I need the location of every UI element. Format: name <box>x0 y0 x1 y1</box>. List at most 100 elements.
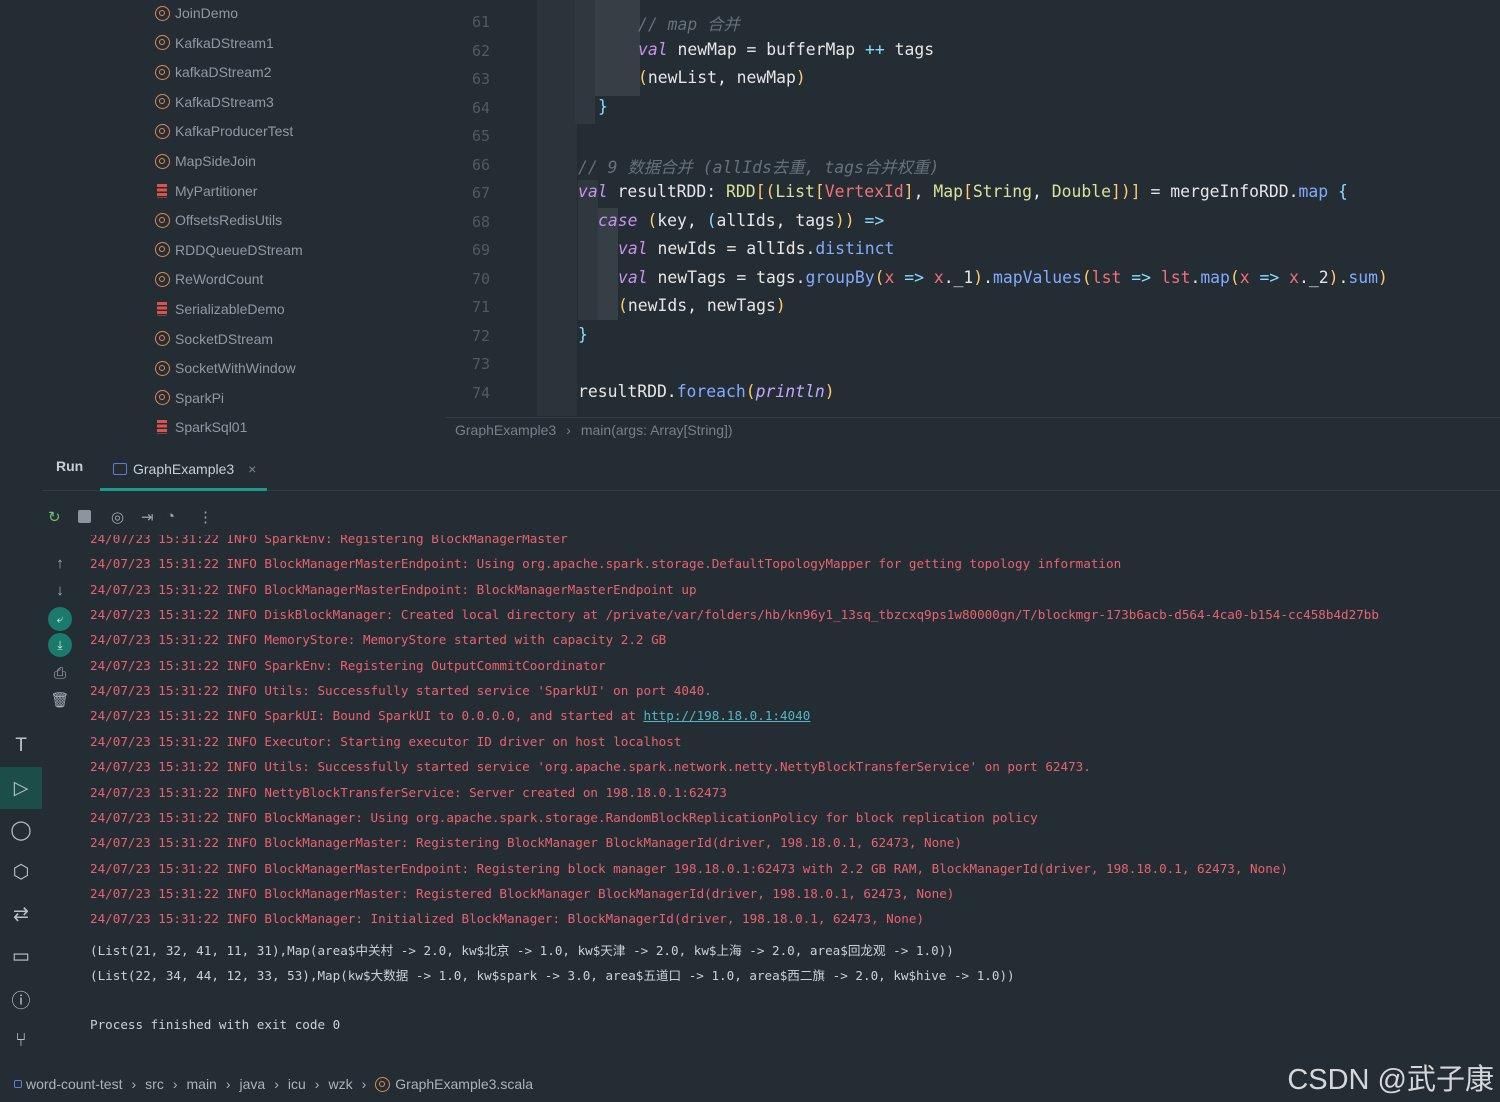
build-hammer-icon[interactable]: T <box>0 725 42 767</box>
tree-item-label: JoinDemo <box>175 5 239 21</box>
line-number: 67 <box>471 184 490 202</box>
code-token: x <box>933 267 944 287</box>
tree-item[interactable]: KafkaProducerTest <box>155 121 293 141</box>
code-token: String <box>972 182 1033 201</box>
code-token: newTags = tags. <box>647 267 806 287</box>
code-token: ) <box>795 68 806 87</box>
log-line: 24/07/23 15:31:22 INFO BlockManager: Ini… <box>90 911 924 926</box>
services-icon[interactable]: ⬡ <box>0 851 42 893</box>
line-number: 66 <box>471 155 490 174</box>
code-editor[interactable]: 61 // map 合并 62 val newMap = bufferMap ++ t… <box>445 0 1500 416</box>
soft-wrap-icon[interactable]: ⤶ <box>48 607 72 631</box>
code-token: val <box>618 239 648 258</box>
log-text: 24/07/23 15:31:22 INFO BlockManagerMaste… <box>90 581 697 597</box>
problems-icon[interactable]: ⓘ <box>0 978 42 1020</box>
line-number: 61 <box>471 13 490 31</box>
more-icon[interactable]: ⋮ <box>198 508 213 526</box>
code-token: lst <box>1091 267 1122 287</box>
code-token: } <box>578 324 588 344</box>
tree-item[interactable]: JoinDemo <box>155 3 238 23</box>
close-icon[interactable]: × <box>248 461 256 477</box>
tree-item[interactable]: kafkaDStream2 <box>155 62 271 82</box>
nav-path-item[interactable]: src <box>145 1076 164 1092</box>
tree-item[interactable]: OffsetsRedisUtils <box>155 210 282 230</box>
rerun-icon[interactable]: ↻ <box>48 508 61 526</box>
chevron-right-icon: › <box>225 1076 231 1092</box>
log-text: 24/07/23 15:31:22 INFO BlockManagerMaste… <box>90 835 962 851</box>
breadcrumb-file[interactable]: GraphExample3 <box>455 422 556 438</box>
arrow-up-icon[interactable]: ↑ <box>48 551 72 575</box>
chevron-right-icon: › <box>172 1076 178 1092</box>
tree-item[interactable]: KafkaDStream3 <box>155 92 274 112</box>
tree-item[interactable]: RDDQueueDStream <box>155 240 303 260</box>
arrow-down-icon[interactable]: ↓ <box>48 578 72 602</box>
line-number: 73 <box>471 355 490 373</box>
object-icon <box>155 94 170 110</box>
code-token: ] <box>903 182 914 201</box>
nav-path-item[interactable]: icu <box>288 1076 306 1092</box>
git-icon[interactable]: ⑂ <box>0 1020 42 1062</box>
nav-file[interactable]: GraphExample3.scala <box>395 1076 533 1092</box>
print-icon[interactable]: ⎙ <box>48 661 72 685</box>
class-icon <box>157 420 167 435</box>
terminal-icon[interactable]: ▭ <box>0 935 42 977</box>
nav-path-item[interactable]: java <box>240 1076 266 1092</box>
tree-item-label: RDDQueueDStream <box>175 241 303 258</box>
sparkui-link[interactable]: http://198.18.0.1:4040 <box>644 708 811 723</box>
code-token: // map 合并 <box>638 15 740 34</box>
debug-icon[interactable]: ◯ <box>0 809 42 851</box>
tree-item[interactable]: MapSideJoin <box>155 151 256 171</box>
tree-item[interactable]: KafkaDStream1 <box>155 33 274 53</box>
nav-path-item[interactable]: main <box>187 1076 217 1092</box>
code-line: } <box>578 325 588 344</box>
log-line: 24/07/23 15:31:22 INFO Executor: Startin… <box>90 734 681 749</box>
run-icon[interactable]: ▷ <box>0 767 42 809</box>
code-token: tags <box>884 39 935 59</box>
breadcrumb-method[interactable]: main(args: Array[String]) <box>581 422 733 438</box>
log-line: 24/07/23 15:31:22 INFO BlockManagerMaste… <box>90 861 1288 876</box>
endpoints-icon[interactable]: ⇄ <box>0 893 42 935</box>
tree-item[interactable]: SocketDStream <box>155 329 273 349</box>
code-token: [( <box>755 182 776 201</box>
log-line: 24/07/23 15:31:22 INFO NettyBlockTransfe… <box>90 785 727 800</box>
object-icon <box>155 360 170 376</box>
chevron-right-icon: › <box>314 1076 320 1092</box>
indent-guide <box>575 0 595 124</box>
tree-item[interactable]: SparkPi <box>155 388 224 408</box>
navigation-bar: word-count-test › src › main › java › icu › wzk › Gr… <box>0 1070 1300 1098</box>
tree-item[interactable]: SparkSql01 <box>155 417 247 437</box>
log-text: 24/07/23 15:31:22 INFO Utils: Successful… <box>90 759 1091 775</box>
log-text: 24/07/23 15:31:22 INFO Executor: Startin… <box>90 733 682 749</box>
scroll-to-end-icon[interactable]: ⤓ <box>48 633 72 657</box>
code-token: VertexId <box>824 182 904 201</box>
nav-path-item[interactable]: word-count-test <box>26 1076 122 1092</box>
indent-guide <box>537 0 577 416</box>
code-token: lst <box>1160 267 1191 287</box>
log-line: 24/07/23 15:31:22 INFO BlockManagerMaste… <box>90 835 962 850</box>
tree-item[interactable]: ReWordCount <box>155 269 263 289</box>
nav-path-item[interactable]: wzk <box>328 1076 352 1092</box>
tab-graphexample3[interactable]: GraphExample3 × <box>100 450 267 491</box>
tree-item[interactable]: SocketWithWindow <box>155 358 296 378</box>
code-token: => <box>1249 267 1290 287</box>
stop-icon[interactable] <box>78 510 91 523</box>
code-token: newIds = allIds. <box>647 239 816 258</box>
trash-icon[interactable]: 🗑 <box>48 688 72 712</box>
log-line: 24/07/23 15:31:22 INFO DiskBlockManager:… <box>90 607 1379 622</box>
watermark: CSDN @武子康 <box>1287 1064 1494 1096</box>
line-number: 62 <box>471 41 490 60</box>
code-line: (newIds, newTags) <box>618 296 786 315</box>
tree-item-label: SocketDStream <box>175 330 274 347</box>
code-token: } <box>598 96 608 116</box>
tree-item[interactable]: SerializableDemo <box>155 299 285 319</box>
console-output[interactable]: 24/07/23 15:31:22 INFO SparkEnv: Registe… <box>90 535 1490 1045</box>
profiler-icon[interactable]: ◔ <box>166 508 175 525</box>
exit-icon[interactable]: ⇥ <box>141 508 154 526</box>
tree-item[interactable]: MyPartitioner <box>155 181 257 201</box>
code-token: List <box>775 182 815 201</box>
code-token: ])] <box>1111 182 1141 201</box>
camera-icon[interactable]: ◎ <box>111 508 124 526</box>
object-icon <box>155 153 170 169</box>
object-icon <box>155 5 170 21</box>
